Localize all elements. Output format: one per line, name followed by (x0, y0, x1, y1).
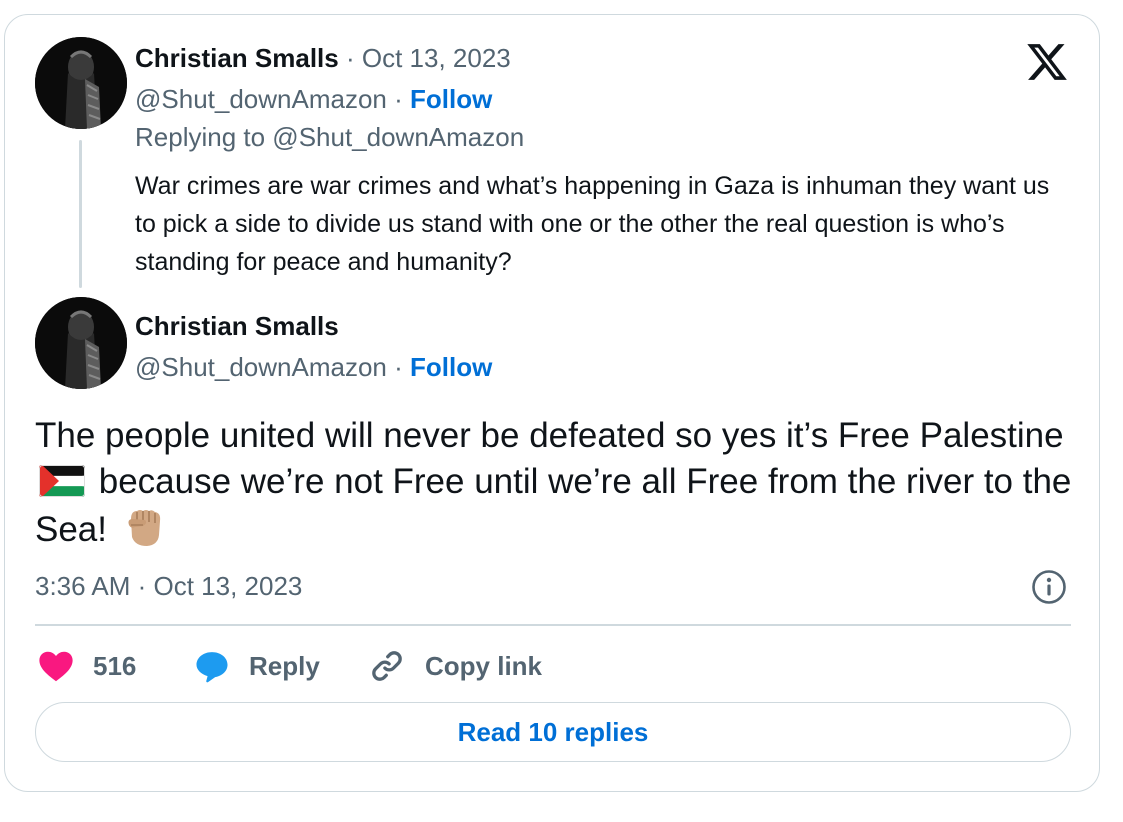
like-count: 516 (93, 650, 137, 681)
separator: · (394, 84, 403, 114)
divider (35, 624, 1071, 626)
tweet-text-part2: because we’re not Free until we’re all F… (35, 462, 1072, 549)
follow-button[interactable]: Follow (410, 352, 492, 382)
avatar[interactable] (35, 37, 127, 129)
author-name[interactable]: Christian Smalls (135, 311, 339, 341)
info-icon[interactable] (1031, 569, 1067, 605)
author-name[interactable]: Christian Smalls (135, 43, 339, 73)
quoted-tweet-text: War crimes are war crimes and what’s hap… (135, 172, 1050, 276)
palestine-flag-icon (39, 465, 85, 497)
read-replies-button[interactable]: Read 10 replies (35, 702, 1071, 762)
avatar[interactable] (35, 297, 127, 389)
like-button[interactable]: 516 (37, 644, 136, 688)
tweet-date[interactable]: Oct 13, 2023 (362, 43, 511, 73)
tweet-timestamp[interactable]: 3:36 AM · Oct 13, 2023 (35, 569, 302, 603)
reply-bubble-icon (193, 647, 231, 685)
copy-link-button[interactable]: Copy link (369, 644, 542, 688)
author-handle[interactable]: @Shut_downAmazon (135, 352, 387, 382)
copy-link-label: Copy link (425, 650, 543, 681)
quoted-author-row: Christian Smalls · Oct 13, 2023 (135, 42, 511, 74)
x-logo-icon[interactable] (1023, 40, 1071, 84)
replying-to[interactable]: Replying to @Shut_downAmazon (135, 121, 524, 153)
separator: · (345, 43, 355, 73)
raised-fist-icon (121, 505, 169, 549)
handle-row: @Shut_downAmazon · Follow (135, 351, 492, 383)
follow-button[interactable]: Follow (410, 84, 492, 114)
link-icon (369, 648, 405, 684)
reply-button[interactable]: Reply (193, 644, 320, 688)
tweet-text: The people united will never be defeated… (35, 413, 1075, 553)
heart-icon (37, 647, 75, 685)
quoted-handle-row: @Shut_downAmazon · Follow (135, 83, 492, 115)
author-handle[interactable]: @Shut_downAmazon (135, 84, 387, 114)
separator: · (394, 352, 403, 382)
author-row: Christian Smalls (135, 310, 339, 342)
thread-connector-line (79, 140, 82, 288)
tweet-text-part1: The people united will never be defeated… (35, 416, 1064, 455)
reply-label: Reply (249, 650, 320, 681)
